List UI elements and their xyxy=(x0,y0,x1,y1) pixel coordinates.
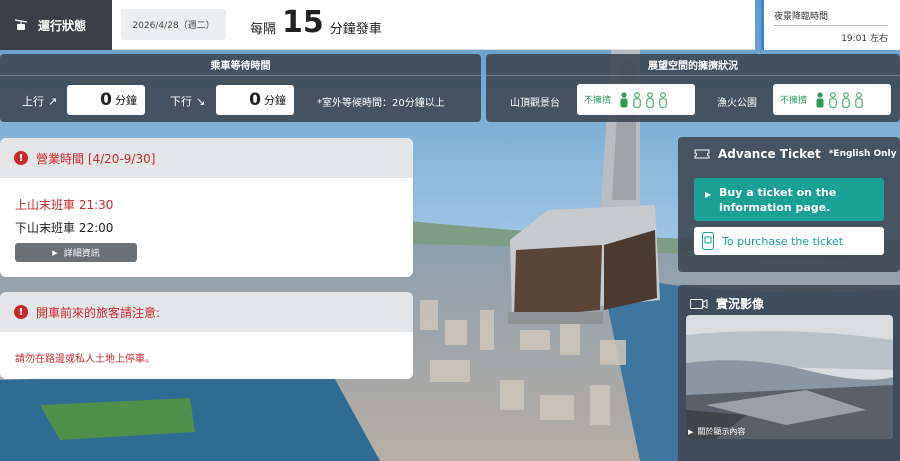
down-wait-unit: 分鐘 xyxy=(264,94,286,107)
person-icon xyxy=(620,91,628,107)
night-view-label: 夜景降臨時間 xyxy=(774,12,829,22)
status-main: 2026/4/28（週二） 每隔 15 分鐘發車 xyxy=(112,0,755,50)
play-circle-icon: ▶ xyxy=(688,427,694,436)
notice-title: 開車前來的旅客請注意: xyxy=(36,305,161,320)
buy-ticket-button[interactable]: ▶ Buy a ticket on the information page. xyxy=(694,178,884,221)
up-wait-value: 0 xyxy=(100,90,112,110)
english-only-note: *English Only xyxy=(828,149,897,159)
down-wait-box: 0 分鐘 xyxy=(216,85,294,115)
hours-header: ! 營業時間 [4/20-9/30] xyxy=(0,138,413,178)
down-last-train: 下山末班車 22:00 xyxy=(15,221,114,235)
crowd-status-text: 不擁擠 xyxy=(780,96,808,106)
detail-button-label: 詳細資訊 xyxy=(63,249,100,259)
departure-interval: 每隔 15 分鐘發車 xyxy=(250,5,382,40)
person-icon xyxy=(659,91,667,108)
operation-status-tag: 運行狀態 xyxy=(0,0,112,50)
up-direction: 上行 ↗ xyxy=(22,93,57,109)
crowd-status-summit: 不擁擠 xyxy=(577,84,695,115)
live-title-row: 實況影像 xyxy=(690,295,764,312)
date-display: 2026/4/28（週二） xyxy=(121,9,226,40)
interval-value: 15 xyxy=(282,5,324,40)
live-title: 實況影像 xyxy=(716,297,765,311)
divider xyxy=(774,25,888,26)
up-last-train: 上山末班車 21:30 xyxy=(15,198,114,212)
night-view-value: 19:01 左右 xyxy=(841,34,888,44)
live-caption-text: 關於顯示內容 xyxy=(697,427,746,436)
person-icon xyxy=(646,91,654,108)
person-icon xyxy=(842,91,850,108)
operation-status-label: 運行狀態 xyxy=(38,18,87,33)
play-icon: ▶ xyxy=(705,190,712,199)
crowd-level-indicator xyxy=(619,91,668,108)
down-direction: 下行 ↘ xyxy=(170,93,205,109)
up-label: 上行 xyxy=(22,95,44,108)
warning-icon: ! xyxy=(14,305,28,319)
play-icon: ▶ xyxy=(52,248,58,257)
live-camera-panel: 實況影像 ▶ 關於顯示內容 xyxy=(678,285,900,461)
purchase-ticket-label: To purchase the ticket xyxy=(722,234,844,248)
interval-prefix: 每隔 xyxy=(250,22,277,37)
hours-title: 營業時間 [4/20-9/30] xyxy=(36,151,156,166)
person-icon xyxy=(633,91,641,108)
crowd-place-summit: 山頂觀景台 xyxy=(510,98,560,109)
arrow-down-right-icon: ↘ xyxy=(196,94,206,108)
night-view-time: 夜景降臨時間 19:01 左右 xyxy=(761,0,900,50)
person-icon xyxy=(816,91,824,107)
outdoor-wait-note: *室外等候時間：20分鐘以上 xyxy=(317,98,445,109)
crowd-status-text: 不擁擠 xyxy=(584,96,612,106)
arrow-up-right-icon: ↗ xyxy=(48,94,58,108)
down-label: 下行 xyxy=(170,95,192,108)
person-icon xyxy=(829,91,837,108)
notice-header: ! 開車前來的旅客請注意: xyxy=(0,292,413,332)
wait-time-panel: 乘車等待時間 上行 ↗ 0 分鐘 下行 ↘ 0 分鐘 *室外等候時間：20分鐘以… xyxy=(0,54,481,122)
parking-notice-card: ! 開車前來的旅客請注意: 請勿在路邊或私人土地上停車。 xyxy=(0,292,413,379)
notice-body: 請勿在路邊或私人土地上停車。 xyxy=(15,354,155,365)
detail-info-button[interactable]: ▶ 詳細資訊 xyxy=(15,243,137,262)
qr-phone-icon xyxy=(702,232,714,250)
ticket-title: Advance Ticket xyxy=(718,147,821,161)
wait-time-title: 乘車等待時間 xyxy=(0,54,481,76)
live-camera-image[interactable]: ▶ 關於顯示內容 xyxy=(686,315,893,439)
live-city-image xyxy=(686,315,893,439)
advance-ticket-panel: Advance Ticket *English Only ▶ Buy a tic… xyxy=(678,137,900,272)
crowd-title: 展望空間的擁擠狀況 xyxy=(486,54,900,76)
crowd-panel: 展望空間的擁擠狀況 山頂觀景台 不擁擠 漁火公園 不擁擠 xyxy=(486,54,900,122)
crowd-status-park: 不擁擠 xyxy=(773,84,891,115)
interval-suffix: 分鐘發車 xyxy=(329,22,382,37)
camera-icon xyxy=(690,298,708,309)
purchase-ticket-link[interactable]: To purchase the ticket xyxy=(694,227,884,255)
down-wait-value: 0 xyxy=(249,90,261,110)
buy-ticket-label: Buy a ticket on the information page. xyxy=(719,186,837,214)
crowd-place-park: 漁火公園 xyxy=(717,98,757,109)
up-wait-unit: 分鐘 xyxy=(115,94,137,107)
ticket-icon xyxy=(694,149,710,159)
crowd-level-indicator xyxy=(815,91,864,108)
live-caption: ▶ 關於顯示內容 xyxy=(688,426,745,437)
up-wait-box: 0 分鐘 xyxy=(67,85,145,115)
ticket-title-row: Advance Ticket *English Only xyxy=(694,147,897,161)
warning-icon: ! xyxy=(14,151,28,165)
ropeway-icon xyxy=(14,19,28,30)
hours-card: ! 營業時間 [4/20-9/30] 上山末班車 21:30 下山末班車 22:… xyxy=(0,138,413,277)
person-icon xyxy=(855,91,863,108)
